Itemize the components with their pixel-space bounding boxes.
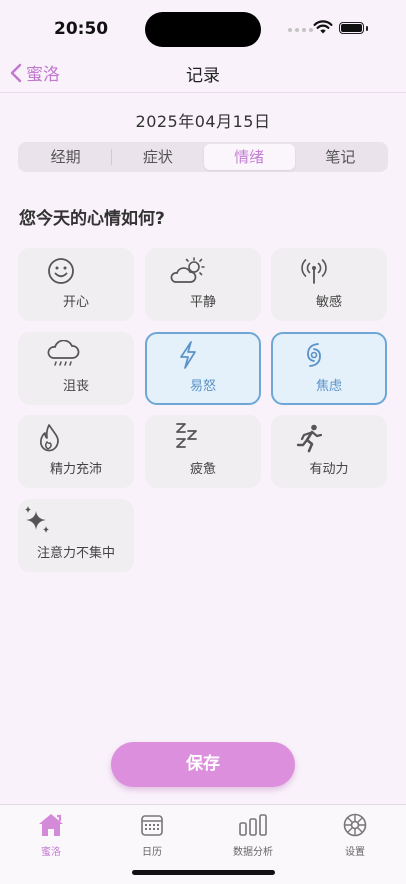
wifi-icon bbox=[313, 20, 333, 34]
tab-label: 蜜洛 bbox=[41, 847, 61, 858]
segmented-control: 经期 症状 情绪 笔记 bbox=[18, 142, 388, 172]
mood-card-sensitive[interactable]: 敏感 bbox=[271, 248, 387, 321]
home-icon bbox=[39, 814, 63, 836]
home-indicator bbox=[132, 870, 275, 875]
status-bar: 20:50 bbox=[0, 0, 406, 60]
tab-label: 日历 bbox=[142, 847, 162, 858]
running-figure-icon bbox=[296, 424, 323, 453]
cellular-signal-icon bbox=[288, 28, 313, 32]
mood-card-happy[interactable]: 开心 bbox=[18, 248, 134, 321]
navigation-bar: 蜜洛 记录 bbox=[0, 52, 406, 92]
mood-label: 精力充沛 bbox=[49, 462, 102, 477]
save-button[interactable]: 保存 bbox=[111, 742, 295, 787]
mood-label: 平静 bbox=[189, 295, 216, 310]
tab-period[interactable]: 经期 bbox=[20, 144, 111, 170]
mood-label: 疲惫 bbox=[189, 462, 216, 477]
tab-label: 数据分析 bbox=[233, 847, 273, 858]
page-title: 记录 bbox=[186, 66, 220, 86]
partly-cloudy-icon bbox=[170, 257, 205, 283]
battery-icon bbox=[339, 22, 364, 34]
flame-icon bbox=[40, 424, 59, 452]
hurricane-icon bbox=[307, 343, 321, 367]
mood-card-distracted[interactable]: 注意力不集中 bbox=[18, 499, 134, 572]
mood-card-calm[interactable]: 平静 bbox=[145, 248, 261, 321]
tab-label: 设置 bbox=[345, 847, 365, 858]
tab-notes[interactable]: 笔记 bbox=[295, 144, 386, 170]
mood-card-motivated[interactable]: 有动力 bbox=[271, 415, 387, 488]
mood-label: 开心 bbox=[62, 295, 89, 310]
calendar-icon bbox=[141, 815, 163, 836]
smiley-icon bbox=[48, 258, 74, 284]
sparkles-icon bbox=[25, 506, 49, 533]
tab-symptoms[interactable]: 症状 bbox=[112, 144, 203, 170]
mood-label: 焦虑 bbox=[315, 379, 342, 394]
sleep-zzz-icon bbox=[176, 423, 197, 448]
status-time: 20:50 bbox=[54, 19, 109, 39]
tab-analytics[interactable]: 数据分析 bbox=[213, 811, 293, 858]
mood-label: 易怒 bbox=[189, 379, 216, 394]
mood-card-depressed[interactable]: 沮丧 bbox=[18, 332, 134, 405]
divider bbox=[0, 92, 406, 93]
mood-card-tired[interactable]: 疲惫 bbox=[145, 415, 261, 488]
lightning-icon bbox=[180, 341, 196, 369]
tab-settings[interactable]: 设置 bbox=[315, 811, 395, 858]
dynamic-island bbox=[145, 12, 261, 47]
tab-home[interactable]: 蜜洛 bbox=[11, 811, 91, 858]
mood-label: 注意力不集中 bbox=[36, 546, 115, 561]
mood-label: 有动力 bbox=[309, 462, 349, 477]
mood-label: 敏感 bbox=[315, 295, 342, 310]
bar-chart-icon bbox=[239, 814, 267, 836]
antenna-icon bbox=[301, 259, 327, 284]
tab-mood[interactable]: 情绪 bbox=[203, 144, 295, 170]
mood-card-anxious[interactable]: 焦虑 bbox=[271, 332, 387, 405]
mood-question: 您今天的心情如何? bbox=[19, 209, 165, 229]
gear-icon bbox=[343, 813, 367, 837]
tab-calendar[interactable]: 日历 bbox=[112, 811, 192, 858]
mood-card-irritable[interactable]: 易怒 bbox=[145, 332, 261, 405]
mood-card-energetic[interactable]: 精力充沛 bbox=[18, 415, 134, 488]
rain-cloud-icon bbox=[47, 340, 80, 366]
mood-label: 沮丧 bbox=[62, 379, 89, 394]
record-date: 2025年04月15日 bbox=[135, 112, 271, 131]
